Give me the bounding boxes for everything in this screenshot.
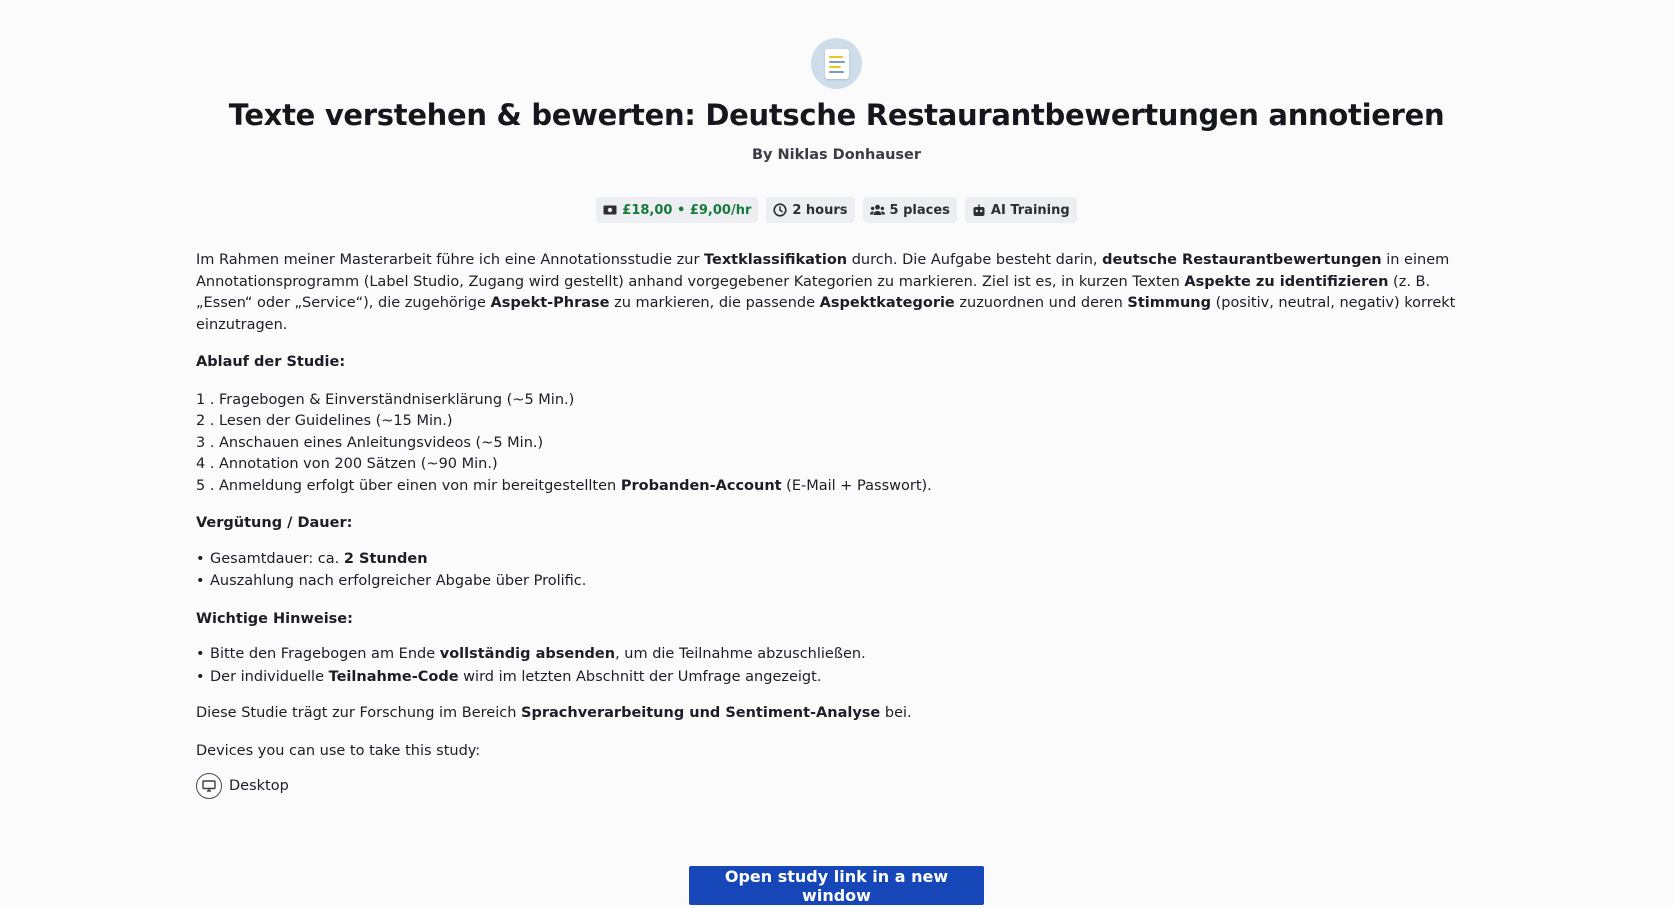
- duration-tag: 2 hours: [766, 197, 855, 223]
- places-text: 5 places: [889, 202, 950, 218]
- monitor-icon: [196, 773, 222, 799]
- study-description: Im Rahmen meiner Masterarbeit führe ich …: [196, 250, 1486, 725]
- list-text-part: Bitte den Fragebogen am Ende: [210, 646, 440, 662]
- procedure-heading: Ablauf der Studie:: [196, 354, 346, 370]
- list-item: 4 . Annotation von 200 Sätzen (~90 Min.): [196, 454, 1486, 476]
- list-item: • Der individuelle Teilnahme-Code wird im…: [196, 667, 1486, 689]
- list-text-part: wird im letzten Abschnitt der Umfrage an…: [458, 668, 822, 685]
- closing-emphasis: Sprachverarbeitung und Sentiment-Analyse: [521, 705, 881, 721]
- compensation-heading: Vergütung / Dauer:: [196, 515, 353, 531]
- bullet-icon: •: [196, 573, 205, 589]
- clock-icon: [773, 203, 787, 217]
- intro-text: zuzuordnen und deren: [954, 295, 1128, 311]
- robot-icon: [973, 204, 985, 216]
- list-text: Anschauen eines Anleitungsvideos (~5 Min…: [219, 434, 544, 451]
- compensation-list: • Gesamtdauer: ca. 2 Stunden • Auszahlung …: [196, 549, 1486, 593]
- list-emphasis: 2 Stunden: [343, 550, 428, 567]
- device-label: Desktop: [229, 778, 289, 794]
- duration-text: 2 hours: [792, 202, 848, 218]
- intro-text: zu markieren, die passende: [609, 295, 820, 311]
- bullet-icon: •: [196, 646, 205, 662]
- intro-emphasis: Stimmung: [1127, 295, 1211, 311]
- list-text-part: Gesamtdauer: ca.: [210, 550, 344, 567]
- list-text: Bitte den Fragebogen am Ende vollständig…: [210, 644, 866, 666]
- procedure-list: 1 . Fragebogen & Einverständniserklärung …: [196, 390, 1486, 498]
- list-item: 1 . Fragebogen & Einverständniserklärung …: [196, 390, 1486, 412]
- notes-heading: Wichtige Hinweise:: [196, 610, 353, 627]
- list-number: 2 .: [196, 413, 215, 429]
- list-emphasis: Teilnahme-Code: [328, 668, 459, 685]
- list-text: Lesen der Guidelines (~15 Min.): [219, 413, 453, 429]
- list-item: • Auszahlung nach erfolgreicher Abgabe üb…: [196, 571, 1486, 593]
- study-page: Texte verstehen & bewerten: Deutsche Res…: [0, 0, 1673, 908]
- document-icon-shape: [824, 48, 849, 79]
- bullet-icon: •: [196, 668, 205, 685]
- reward-tag: £18,00 • £9,00/hr: [596, 197, 759, 223]
- list-text-part: , um die Teilnahme abzuschließen.: [615, 646, 866, 662]
- study-title: Texte verstehen & bewerten: Deutsche Res…: [228, 98, 1445, 132]
- intro-emphasis: Aspekte zu identifizieren: [1184, 273, 1389, 290]
- list-item: 5 . Anmeldung erfolgt über einen von mir …: [196, 476, 1486, 498]
- list-item: 2 . Lesen der Guidelines (~15 Min.): [196, 411, 1486, 433]
- category-tag: AI Training: [964, 197, 1077, 223]
- list-item: • Gesamtdauer: ca. 2 Stunden: [196, 549, 1486, 571]
- list-text: Auszahlung nach erfolgreicher Abgabe übe…: [210, 573, 587, 589]
- list-number: 4 .: [196, 456, 215, 472]
- bullet-icon: •: [196, 550, 205, 567]
- intro-text: durch. Die Aufgabe besteht darin,: [847, 252, 1103, 268]
- list-number: 5 .: [196, 477, 215, 494]
- list-item: 3 . Anschauen eines Anleitungsvideos (~5 …: [196, 433, 1486, 455]
- list-emphasis: vollständig absenden: [439, 646, 616, 662]
- list-number: 3 .: [196, 434, 215, 451]
- intro-emphasis: Aspekt-Phrase: [490, 295, 610, 311]
- money-icon: [603, 205, 617, 215]
- list-text-part: (E-Mail + Passwort).: [781, 477, 932, 494]
- intro-text: Im Rahmen meiner Masterarbeit führe ich …: [196, 252, 705, 268]
- closing-text: Diese Studie trägt zur Forschung im Bere…: [196, 705, 522, 721]
- study-tags: £18,00 • £9,00/hr 2 hours 5 places AI Tr…: [0, 197, 1673, 223]
- list-text: Anmeldung erfolgt über einen von mir ber…: [219, 476, 932, 498]
- list-text-part: Der individuelle: [210, 668, 329, 685]
- places-tag: 5 places: [862, 197, 957, 223]
- intro-emphasis: Textklassifikation: [704, 252, 848, 268]
- people-icon: [869, 204, 885, 215]
- list-text: Annotation von 200 Sätzen (~90 Min.): [219, 456, 498, 472]
- list-number: 1 .: [196, 391, 215, 408]
- closing-paragraph: Diese Studie trägt zur Forschung im Bere…: [196, 703, 1486, 725]
- intro-emphasis: deutsche Restaurantbewertungen: [1102, 252, 1382, 268]
- list-item: • Bitte den Fragebogen am Ende vollständi…: [196, 644, 1486, 666]
- device-desktop: Desktop: [196, 773, 289, 799]
- list-emphasis: Probanden-Account: [620, 477, 782, 494]
- notes-list: • Bitte den Fragebogen am Ende vollständi…: [196, 644, 1486, 688]
- open-study-button[interactable]: Open study link in a new window: [689, 866, 984, 905]
- devices-label: Devices you can use to take this study:: [196, 743, 481, 759]
- document-notes-icon: [811, 38, 862, 89]
- list-text: Der individuelle Teilnahme-Code wird im …: [210, 667, 821, 689]
- list-text-part: Anmeldung erfolgt über einen von mir ber…: [219, 477, 621, 494]
- list-text: Gesamtdauer: ca. 2 Stunden: [210, 549, 428, 571]
- intro-emphasis: Aspektkategorie: [819, 295, 955, 311]
- category-text: AI Training: [990, 202, 1070, 218]
- closing-text: bei.: [880, 705, 912, 721]
- intro-paragraph: Im Rahmen meiner Masterarbeit führe ich …: [196, 250, 1486, 336]
- study-author: By Niklas Donhauser: [751, 147, 922, 163]
- list-text: Fragebogen & Einverständniserklärung (~5…: [219, 391, 575, 408]
- reward-text: £18,00 • £9,00/hr: [622, 202, 752, 218]
